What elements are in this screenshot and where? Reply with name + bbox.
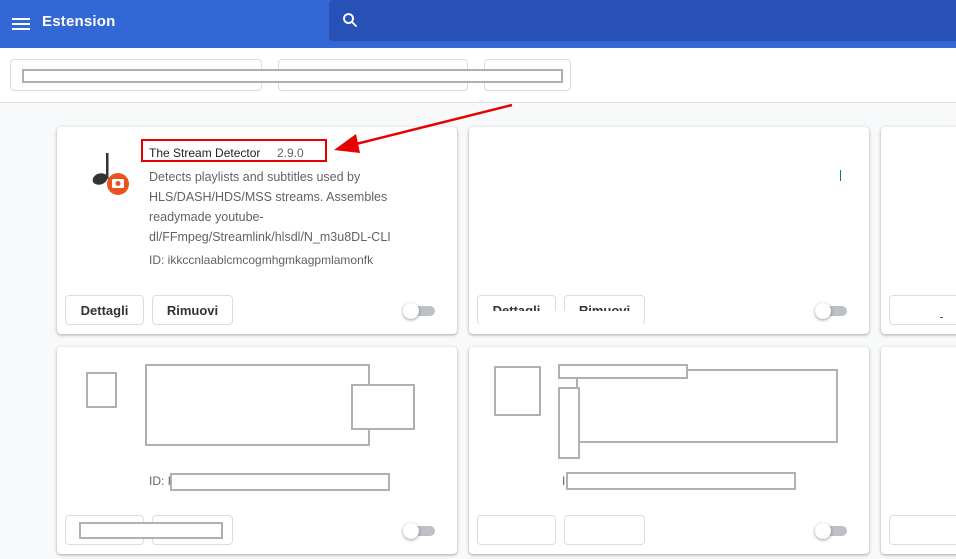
details-button[interactable]: [477, 515, 556, 545]
details-button[interactable]: [889, 515, 956, 545]
remove-button[interactable]: [564, 515, 645, 545]
enable-toggle[interactable]: [815, 523, 849, 539]
page-title: Estension: [42, 13, 116, 30]
search-input[interactable]: [329, 0, 956, 41]
redaction-box: [351, 384, 415, 430]
redaction-box: [145, 364, 370, 446]
extension-id: ID: I: [149, 474, 170, 488]
redaction-box: [86, 372, 117, 408]
app-toolbar: Estension: [0, 0, 956, 48]
redaction-box: [576, 369, 838, 443]
redaction-box: [170, 473, 390, 491]
extension-id: I: [562, 474, 566, 488]
extension-description: Detects playlists and subtitles used by …: [149, 170, 391, 244]
enable-toggle[interactable]: [403, 523, 437, 539]
cursor-mark: [840, 170, 841, 181]
enable-toggle[interactable]: [815, 303, 849, 319]
redaction-box: [479, 311, 643, 325]
redaction-box: [494, 366, 541, 416]
enable-toggle[interactable]: [403, 303, 437, 319]
cursor-mark: [940, 317, 943, 318]
details-button[interactable]: [889, 295, 956, 325]
redaction-box: [558, 364, 688, 379]
highlight-box: [141, 139, 327, 162]
redaction-box: [79, 522, 223, 539]
remove-button[interactable]: Rimuovi: [152, 295, 233, 325]
search-icon: [343, 13, 357, 27]
details-button[interactable]: Dettagli: [65, 295, 144, 325]
developer-toolbar: [0, 48, 956, 103]
redaction-box: [22, 69, 563, 83]
music-note-icon: [92, 153, 129, 195]
menu-icon[interactable]: [10, 12, 34, 36]
redaction-box: [558, 387, 580, 459]
redaction-box: [566, 472, 796, 490]
extension-id: ID: ikkccnlaablcmcogmhgmkagpmlamonfk: [149, 253, 374, 267]
